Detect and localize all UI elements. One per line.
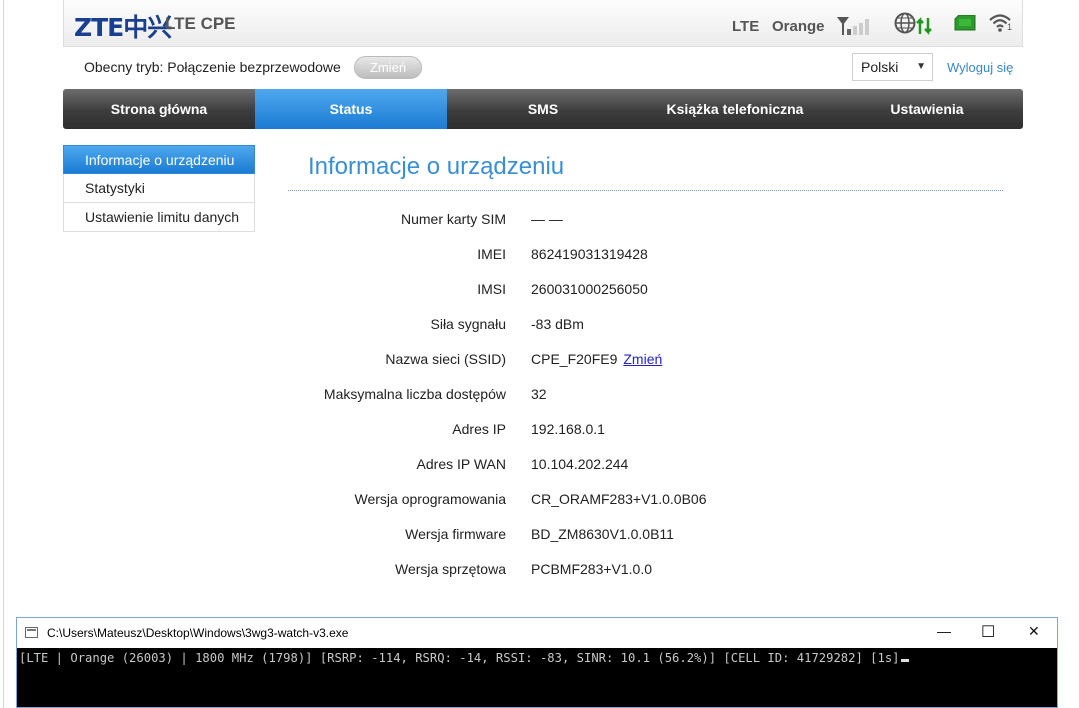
dropdown-arrow-icon: ▼ — [916, 61, 926, 72]
info-row-signal: Siła sygnału -83 dBm — [288, 308, 1003, 343]
info-label: Numer karty SIM — [400, 211, 506, 227]
info-label: Adres IP WAN — [416, 456, 506, 472]
console-titlebar[interactable]: C:\Users\Mateusz\Desktop\Windows\3wg3-wa… — [17, 618, 1057, 648]
info-row-ip: Adres IP 192.168.0.1 — [288, 413, 1003, 448]
info-row-ssid: Nazwa sieci (SSID) CPE_F20FE9 Zmień — [288, 343, 1003, 378]
language-select[interactable]: Polski ▼ — [852, 53, 933, 81]
nav-settings[interactable]: Ustawienia — [831, 89, 1023, 129]
nav-home[interactable]: Strona główna — [63, 89, 255, 129]
info-label: Siła sygnału — [430, 316, 507, 332]
info-row-sim: Numer karty SIM — — — [288, 203, 1003, 238]
info-value: 192.168.0.1 — [531, 421, 605, 437]
info-value: BD_ZM8630V1.0.0B11 — [531, 526, 674, 542]
wifi-client-count: 1 — [1007, 22, 1013, 32]
language-selected: Polski — [861, 59, 899, 75]
device-info-list: Numer karty SIM — — IMEI 862419031319428… — [288, 203, 1003, 588]
sidebar-item-data-limit[interactable]: Ustawienie limitu danych — [63, 203, 255, 232]
info-value: 10.104.202.244 — [531, 456, 629, 472]
change-ssid-link[interactable]: Zmień — [623, 351, 662, 367]
product-name: LTE CPE — [165, 14, 236, 33]
sidebar: Informacje o urządzeniu Statystyki Ustaw… — [63, 145, 255, 232]
network-type: LTE — [732, 18, 760, 35]
info-value: CR_ORAMF283+V1.0.0B06 — [531, 491, 707, 507]
minimize-button[interactable]: — — [937, 623, 951, 639]
info-label: IMSI — [477, 281, 506, 297]
nav-sms[interactable]: SMS — [447, 89, 639, 129]
info-label: Nazwa sieci (SSID) — [385, 351, 506, 367]
info-row-hardware: Wersja sprzętowa PCBMF283+V1.0.0 — [288, 553, 1003, 588]
info-label: Maksymalna liczba dostępów — [323, 386, 506, 402]
change-mode-button[interactable]: Zmień — [354, 56, 422, 79]
console-app-icon — [25, 627, 38, 638]
main-nav: Strona główna Status SMS Książka telefon… — [63, 89, 1023, 129]
globe-data-icon — [894, 12, 938, 41]
sidebar-item-device-info[interactable]: Informacje o urządzeniu — [63, 145, 255, 174]
info-row-imsi: IMSI 260031000256050 — [288, 273, 1003, 308]
info-row-imei: IMEI 862419031319428 — [288, 238, 1003, 273]
zte-logo: ZTE中兴 — [74, 13, 172, 42]
info-label: Wersja firmware — [405, 526, 506, 542]
info-label: Adres IP — [452, 421, 506, 437]
sidebar-item-statistics[interactable]: Statystyki — [63, 174, 255, 203]
info-row-wan-ip: Adres IP WAN 10.104.202.244 — [288, 448, 1003, 483]
page-title: Informacje o urządzeniu — [308, 153, 565, 180]
maximize-button[interactable]: ☐ — [981, 622, 995, 642]
info-value: 260031000256050 — [531, 281, 648, 297]
current-mode-label: Obecny tryb: Połączenie bezprzewodowe — [84, 59, 341, 75]
info-row-software: Wersja oprogramowania CR_ORAMF283+V1.0.0… — [288, 483, 1003, 518]
console-output: [LTE | Orange (26003) | 1800 MHz (1798)]… — [19, 651, 909, 665]
console-title: C:\Users\Mateusz\Desktop\Windows\3wg3-wa… — [47, 626, 349, 640]
sim-card-icon — [954, 14, 976, 36]
info-value: — — — [531, 211, 563, 227]
info-row-max-access: Maksymalna liczba dostępów 32 — [288, 378, 1003, 413]
title-divider — [288, 190, 1003, 191]
console-output-line: [LTE | Orange (26003) | 1800 MHz (1798)]… — [19, 651, 900, 665]
ssid-value: CPE_F20FE9 — [531, 351, 618, 367]
info-label: IMEI — [477, 246, 506, 262]
operator-name: Orange — [772, 18, 825, 35]
info-value: 862419031319428 — [531, 246, 648, 262]
logout-link[interactable]: Wyloguj się — [947, 60, 1013, 75]
console-cursor — [900, 659, 909, 662]
signal-bars-icon — [836, 14, 876, 41]
info-row-firmware: Wersja firmware BD_ZM8630V1.0.0B11 — [288, 518, 1003, 553]
window-edge — [3, 0, 4, 708]
info-value: 32 — [531, 386, 547, 402]
info-value: -83 dBm — [531, 316, 584, 332]
console-window[interactable]: C:\Users\Mateusz\Desktop\Windows\3wg3-wa… — [16, 617, 1058, 708]
nav-status[interactable]: Status — [255, 89, 447, 129]
close-button[interactable]: ✕ — [1028, 623, 1040, 640]
nav-phonebook[interactable]: Książka telefoniczna — [639, 89, 831, 129]
header-bar: ZTE中兴 LTE CPE LTE Orange 1 — [63, 0, 1023, 47]
info-value: PCBMF283+V1.0.0 — [531, 561, 653, 577]
info-value: CPE_F20FE9 Zmień — [531, 351, 662, 367]
info-label: Wersja oprogramowania — [354, 491, 506, 507]
info-label: Wersja sprzętowa — [394, 561, 506, 577]
wifi-icon: 1 — [988, 12, 1014, 39]
